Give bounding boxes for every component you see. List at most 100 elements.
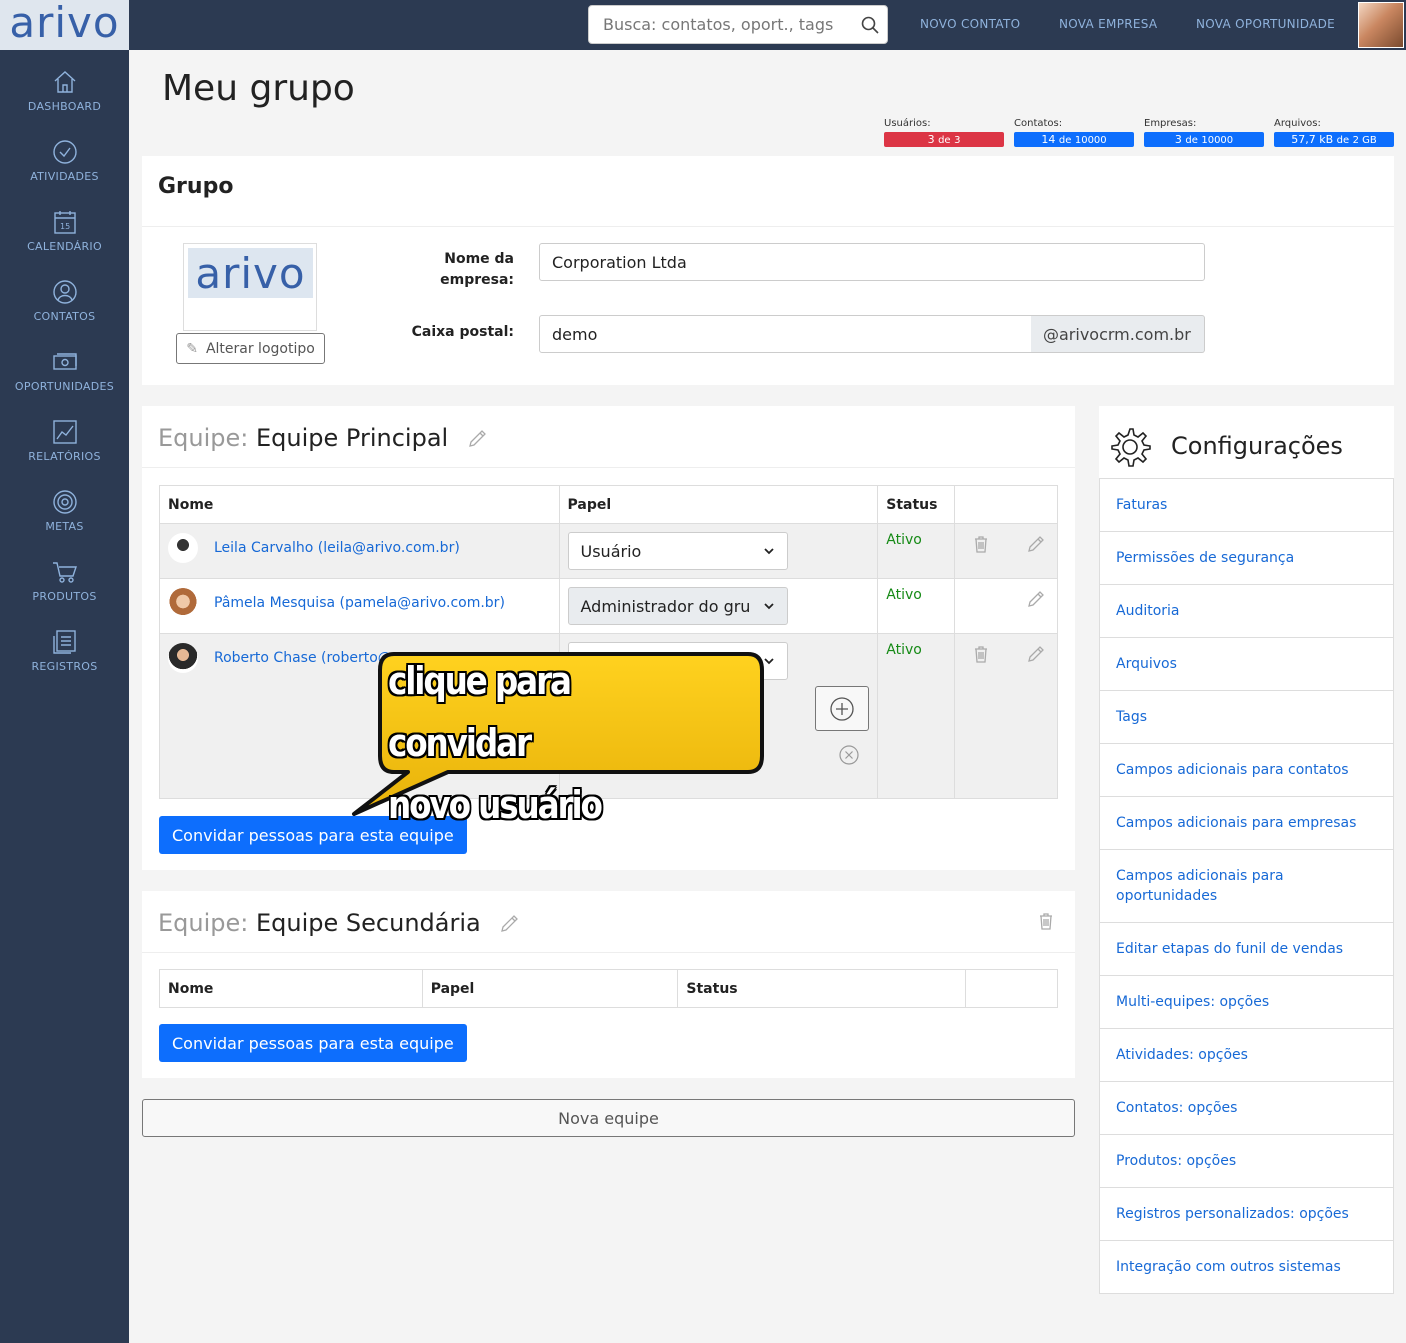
- page-title: Meu grupo: [162, 68, 355, 109]
- status-text: Ativo: [886, 532, 922, 548]
- user-avatar[interactable]: [1358, 2, 1404, 48]
- edit-icon[interactable]: [1026, 644, 1046, 664]
- sidebar-item-registros[interactable]: REGISTROS: [0, 615, 129, 685]
- col-name: Nome: [159, 969, 423, 1008]
- callout-line: clique para convidar: [388, 659, 572, 765]
- remove-role-button[interactable]: [838, 744, 860, 766]
- role-select: Administrador do gru: [567, 587, 788, 625]
- callout-line: novo usuário: [388, 783, 603, 827]
- settings-item-campos-empresas[interactable]: Campos adicionais para empresas: [1099, 797, 1394, 850]
- settings-item-multi-equipes[interactable]: Multi-equipes: opções: [1099, 976, 1394, 1029]
- avatar: [168, 643, 198, 673]
- records-icon: [52, 629, 76, 654]
- chart-icon: [52, 419, 77, 444]
- add-role-button[interactable]: [815, 686, 869, 731]
- sidebar-item-label: REGISTROS: [31, 659, 98, 673]
- team-name: Equipe Secundária: [256, 909, 481, 937]
- svg-text:15: 15: [60, 222, 70, 231]
- new-opportunity-link[interactable]: NOVA OPORTUNIDADE: [1196, 17, 1335, 31]
- sidebar-item-dashboard[interactable]: DASHBOARD: [0, 55, 129, 125]
- app-logo[interactable]: arivo: [0, 0, 129, 50]
- col-role: Papel: [558, 485, 879, 524]
- settings-item-campos-contatos[interactable]: Campos adicionais para contatos: [1099, 744, 1394, 797]
- quota-total: 3: [954, 135, 961, 146]
- table-row: Pâmela Mesquisa (pamela@arivo.com.br) Ad…: [159, 578, 1058, 634]
- settings-item-atividades[interactable]: Atividades: opções: [1099, 1029, 1394, 1082]
- col-name: Nome: [159, 485, 560, 524]
- quota-sep: de: [1058, 135, 1072, 146]
- trash-icon[interactable]: [971, 534, 991, 554]
- logo-text: arivo: [9, 0, 120, 47]
- settings-item-tags[interactable]: Tags: [1099, 691, 1394, 744]
- member-link[interactable]: Pâmela Mesquisa (pamela@arivo.com.br): [214, 595, 505, 611]
- plus-circle-icon: [830, 696, 854, 721]
- quota-value: 14: [1041, 133, 1056, 146]
- edit-team-icon[interactable]: [498, 913, 520, 935]
- sidebar-item-label: OPORTUNIDADES: [14, 379, 115, 393]
- sidebar-item-contatos[interactable]: CONTATOS: [0, 265, 129, 335]
- callout-text: clique para convidar novo usuário: [388, 650, 715, 836]
- delete-team-icon[interactable]: [1036, 910, 1056, 932]
- settings-item-arquivos[interactable]: Arquivos: [1099, 638, 1394, 691]
- sidebar-item-oportunidades[interactable]: OPORTUNIDADES: [0, 335, 129, 405]
- quota-companies: Empresas: 3 de 10000: [1144, 118, 1264, 147]
- settings-item-permissoes[interactable]: Permissões de segurança: [1099, 532, 1394, 585]
- sidebar-item-label: DASHBOARD: [27, 99, 102, 113]
- topbar: NOVO CONTATO NOVA EMPRESA NOVA OPORTUNID…: [129, 0, 1406, 50]
- search-icon[interactable]: [861, 16, 879, 34]
- settings-item-campos-oportunidades[interactable]: Campos adicionais para oportunidades: [1099, 850, 1394, 923]
- member-link[interactable]: Leila Carvalho (leila@arivo.com.br): [214, 540, 460, 556]
- sidebar-item-label: METAS: [45, 519, 84, 533]
- sidebar-item-metas[interactable]: METAS: [0, 475, 129, 545]
- settings-item-auditoria[interactable]: Auditoria: [1099, 585, 1394, 638]
- edit-team-icon[interactable]: [466, 428, 488, 450]
- col-role: Papel: [421, 969, 679, 1008]
- search-box[interactable]: [588, 5, 888, 44]
- group-title: Grupo: [158, 174, 234, 199]
- sidebar-item-relatorios[interactable]: RELATÓRIOS: [0, 405, 129, 475]
- quota-label: Usuários:: [884, 118, 931, 129]
- settings-item-contatos[interactable]: Contatos: opções: [1099, 1082, 1394, 1135]
- avatar: [168, 588, 198, 618]
- company-logo-image: arivo: [188, 248, 313, 298]
- sidebar-item-atividades[interactable]: ATIVIDADES: [0, 125, 129, 195]
- quota-bar: 57,7 kB de 2 GB: [1274, 132, 1394, 147]
- company-logo: arivo: [183, 243, 317, 331]
- actions-cell: [954, 633, 1058, 799]
- role-select[interactable]: Usuário: [567, 532, 788, 570]
- settings-item-registros[interactable]: Registros personalizados: opções: [1099, 1188, 1394, 1241]
- settings-item-faturas[interactable]: Faturas: [1099, 479, 1394, 532]
- new-team-button[interactable]: Nova equipe: [142, 1099, 1075, 1137]
- mailbox-domain: @arivocrm.com.br: [1031, 315, 1205, 353]
- new-contact-link[interactable]: NOVO CONTATO: [920, 17, 1020, 31]
- search-input[interactable]: [603, 15, 843, 34]
- quota-bar: 3 de 10000: [1144, 132, 1264, 147]
- team-prefix: Equipe:: [158, 909, 249, 937]
- sidebar-item-label: ATIVIDADES: [30, 169, 99, 183]
- col-actions: [965, 969, 1058, 1008]
- sidebar-item-calendario[interactable]: 15 CALENDÁRIO: [0, 195, 129, 265]
- trash-icon[interactable]: [971, 644, 991, 664]
- target-icon: [52, 489, 77, 514]
- mailbox-input[interactable]: [539, 315, 1032, 353]
- edit-icon[interactable]: [1026, 589, 1046, 609]
- status-cell: Ativo: [877, 523, 956, 579]
- settings-item-produtos[interactable]: Produtos: opções: [1099, 1135, 1394, 1188]
- sidebar-item-produtos[interactable]: PRODUTOS: [0, 545, 129, 615]
- status-cell: Ativo: [877, 633, 956, 799]
- settings-item-integracao[interactable]: Integração com outros sistemas: [1099, 1241, 1394, 1294]
- calendar-icon: 15: [53, 210, 76, 234]
- company-name-input[interactable]: [539, 243, 1205, 281]
- person-icon: [52, 279, 77, 304]
- check-circle-icon: [52, 139, 77, 164]
- col-actions: [954, 485, 1058, 524]
- settings-item-funil[interactable]: Editar etapas do funil de vendas: [1099, 923, 1394, 976]
- team-main-header: Equipe: Equipe Principal: [142, 406, 1075, 468]
- quota-value: 3: [1174, 133, 1182, 146]
- settings-title: Configurações: [1171, 432, 1343, 460]
- invite-secondary-button[interactable]: Convidar pessoas para esta equipe: [159, 1024, 467, 1062]
- team-prefix: Equipe:: [158, 424, 249, 452]
- change-logo-button[interactable]: ✎ Alterar logotipo: [176, 333, 325, 364]
- new-company-link[interactable]: NOVA EMPRESA: [1059, 17, 1157, 31]
- edit-icon[interactable]: [1026, 534, 1046, 554]
